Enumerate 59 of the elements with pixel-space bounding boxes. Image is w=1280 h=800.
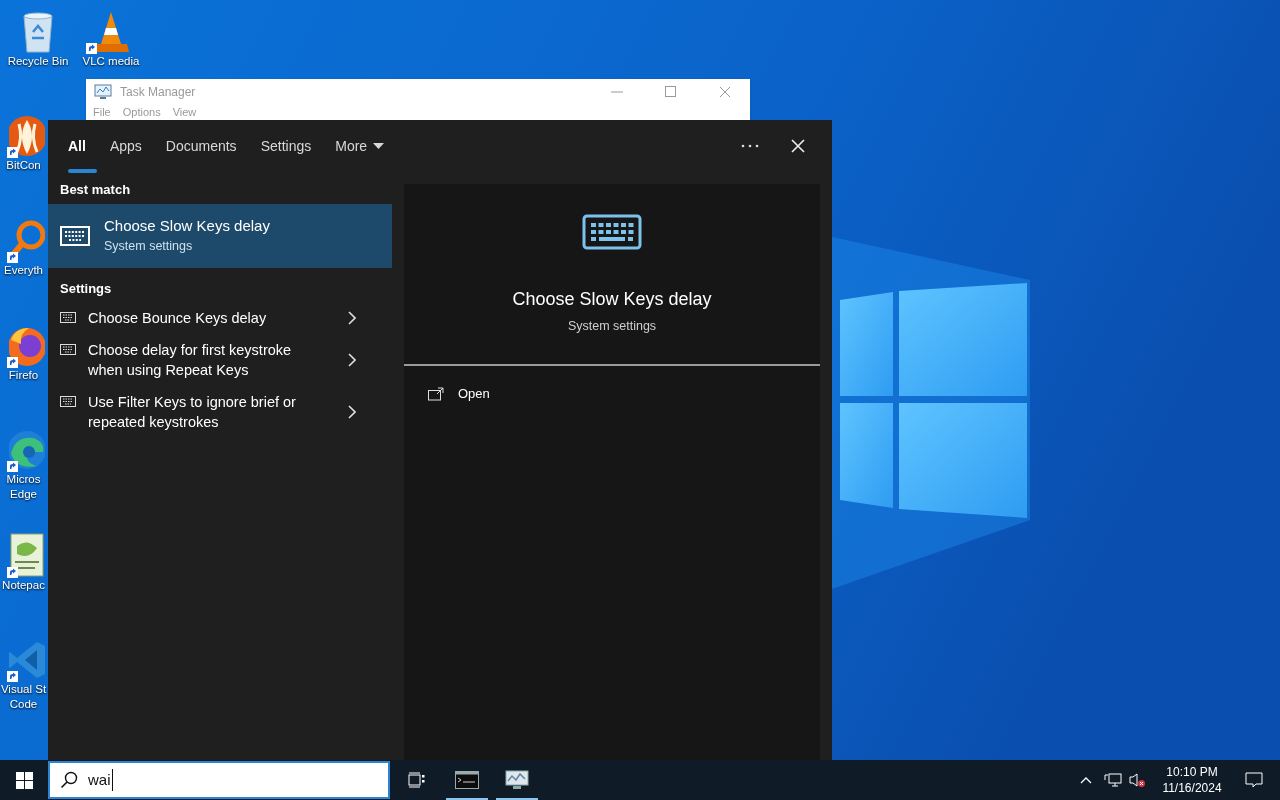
desktop-icon-label[interactable]: VLC media [82, 54, 140, 69]
filter-tab[interactable]: Settings [248, 121, 324, 171]
open-action[interactable]: Open [404, 373, 820, 414]
clock-time: 10:10 PM [1166, 764, 1218, 780]
detail-subtitle: System settings [567, 318, 657, 335]
setting-result[interactable]: Use Filter Keys to ignore brief or repeated keystrokes [48, 386, 392, 438]
result-title: Use Filter Keys to ignore brief or repeated keystrokes [88, 393, 297, 432]
search-icon [60, 771, 78, 789]
ellipsis-icon [741, 144, 759, 148]
result-title: Choose delay for first keystroke when using Repeat Keys [88, 341, 293, 380]
close-icon[interactable] [718, 85, 732, 99]
keyboard-icon [60, 344, 76, 355]
filter-tab[interactable]: Apps [97, 121, 154, 171]
speech-bubble-icon [1245, 772, 1263, 788]
desktop-icon-label[interactable]: Recycle Bin [7, 54, 69, 69]
desktop-icon-label[interactable]: Micros Edge [0, 472, 47, 502]
setting-result[interactable]: Choose delay for first keystroke when using Repeat Keys [48, 334, 392, 386]
maximize-icon[interactable] [664, 85, 678, 99]
desktop-icon-label[interactable]: BitCon [0, 158, 47, 173]
close-icon [791, 139, 805, 153]
clock[interactable]: 10:10 PM 11/16/2024 [1156, 764, 1228, 796]
desktop-icon-label[interactable]: Everyth [0, 263, 47, 278]
detail-title: Choose Slow Keys delay [512, 288, 712, 311]
filter-tab[interactable]: More [323, 121, 397, 171]
keyboard-icon [60, 396, 76, 407]
setting-result[interactable]: Choose Bounce Keys delay [48, 302, 392, 334]
chart-monitor-icon [94, 84, 112, 100]
desktop-icon-label[interactable]: Notepac [0, 578, 47, 593]
chart-monitor-icon [505, 770, 529, 790]
result-title: Choose Bounce Keys delay [88, 309, 268, 328]
keyboard-icon [582, 214, 642, 250]
chevron-up-icon[interactable] [1080, 776, 1092, 784]
section-heading: Settings [59, 280, 113, 299]
caret-icon [373, 142, 385, 150]
task-view-icon [408, 772, 426, 788]
notepad-icon [10, 532, 44, 578]
network-icon[interactable] [1104, 772, 1122, 788]
result-title: Choose Slow Keys delay [104, 216, 270, 236]
windows-logo-icon [15, 771, 33, 789]
desktop-icon-label[interactable]: Visual St Code [0, 682, 47, 712]
terminal-icon [455, 771, 479, 789]
chevron-right-icon [348, 311, 356, 325]
filter-tab[interactable]: All [56, 121, 98, 171]
keyboard-icon [60, 312, 76, 323]
section-heading: Best match [59, 181, 132, 199]
window-title: Task Manager [120, 84, 196, 101]
wave-swirl-icon [9, 428, 45, 472]
volume-icon[interactable] [1128, 772, 1146, 788]
open-external-icon [428, 386, 444, 401]
chevron-right-icon [348, 405, 356, 419]
clock-date: 11/16/2024 [1162, 780, 1222, 796]
filter-tab[interactable]: Documents [153, 121, 249, 171]
keyboard-icon [60, 226, 90, 246]
result-subtitle: System settings [104, 238, 194, 255]
desktop-icon-label[interactable]: Firefo [0, 368, 47, 383]
search-query: wai [88, 768, 113, 792]
chevron-right-icon [348, 353, 356, 367]
best-match-result[interactable]: Choose Slow Keys delay System settings [48, 204, 392, 268]
search-field[interactable]: wai [48, 761, 390, 799]
